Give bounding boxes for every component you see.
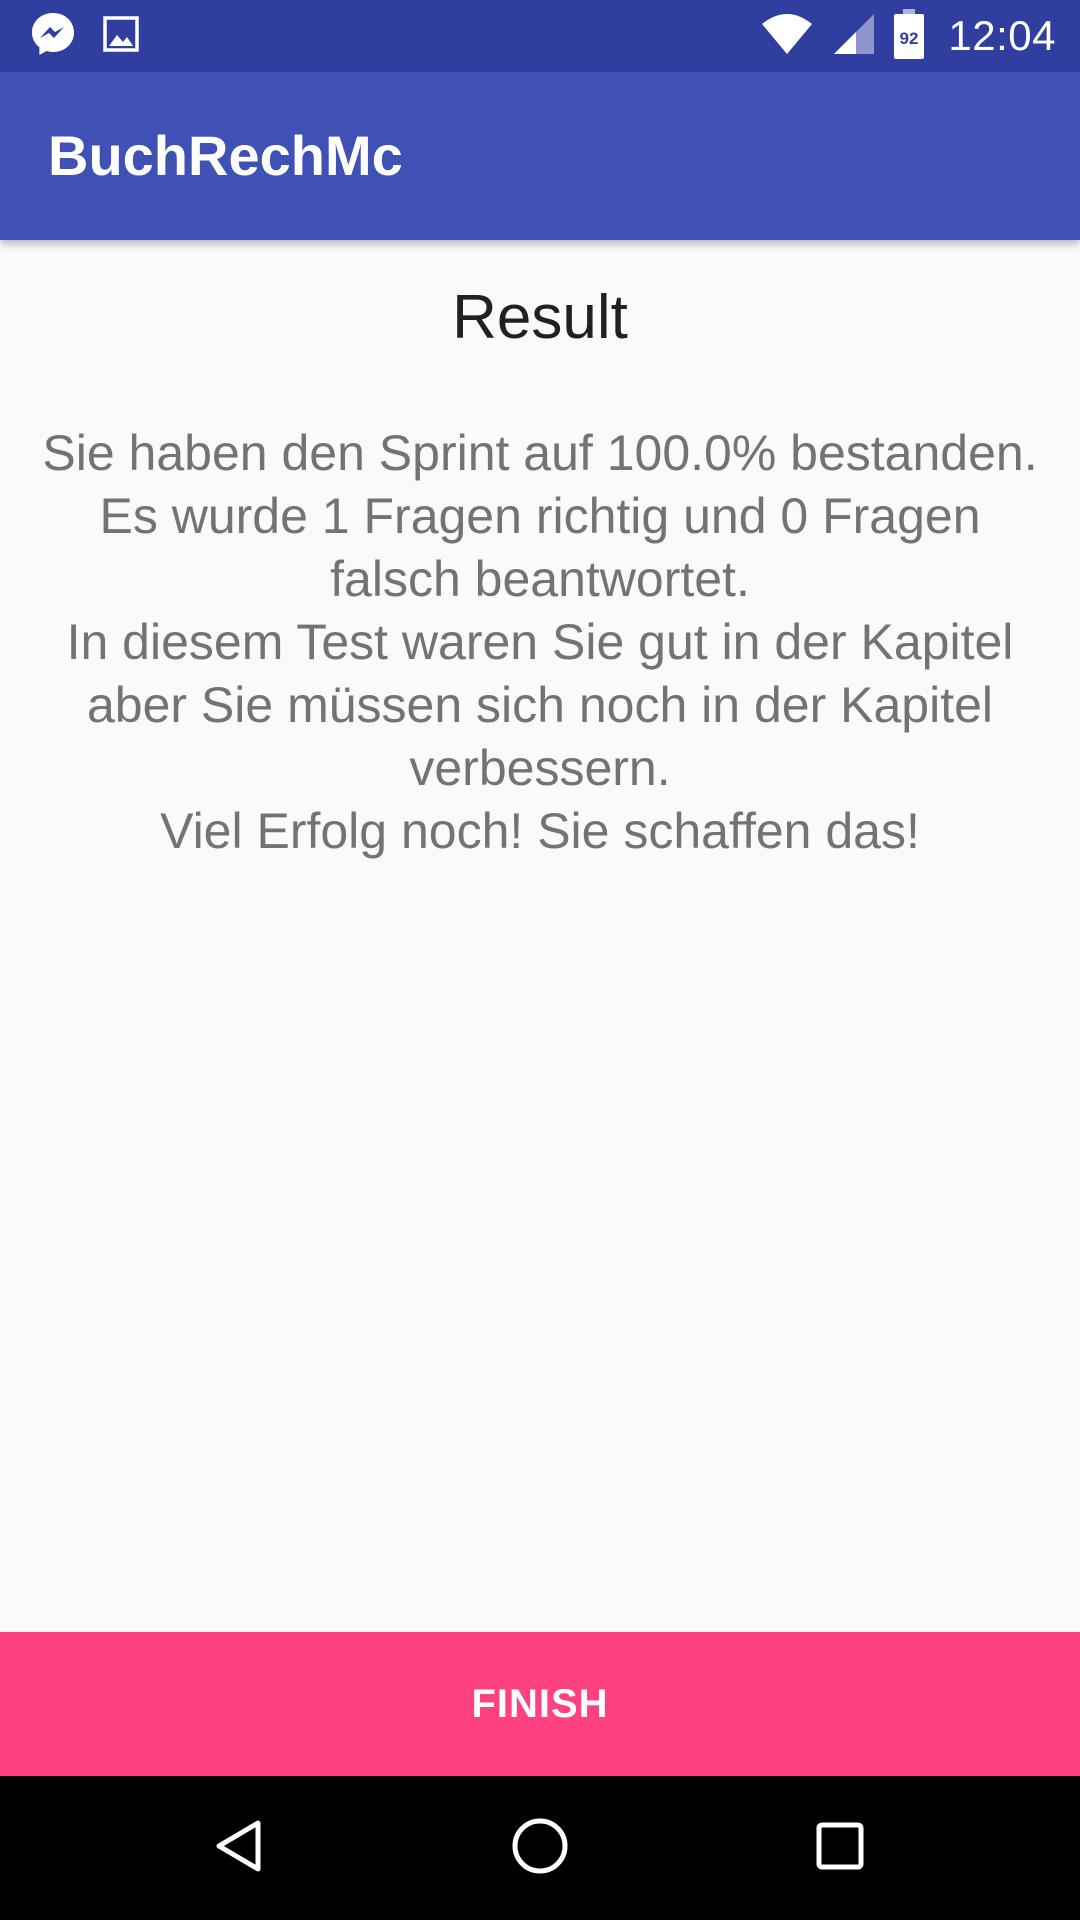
image-icon: [102, 15, 140, 58]
result-title: Result: [452, 283, 628, 352]
app-bar: BuchRechMc: [0, 72, 1080, 240]
app-title: BuchRechMc: [48, 124, 403, 187]
navigation-bar: [0, 1776, 1080, 1920]
back-button[interactable]: [204, 1812, 276, 1884]
battery-icon: 92: [894, 8, 925, 64]
status-bar: 92 12:04: [0, 0, 1080, 72]
wifi-icon: [760, 12, 814, 61]
notification-icons: [30, 12, 140, 58]
cell-signal-icon: [832, 12, 876, 61]
back-icon: [210, 1816, 270, 1881]
result-content: Result Sie haben den Sprint auf 100.0% b…: [0, 240, 1080, 1632]
system-icons: 92 12:04: [760, 8, 1056, 64]
battery-level: 92: [900, 29, 919, 48]
recents-button[interactable]: [804, 1812, 876, 1884]
status-time: 12:04: [948, 12, 1056, 59]
recents-icon: [810, 1816, 870, 1881]
result-message: Sie haben den Sprint auf 100.0% bestande…: [42, 425, 1038, 859]
messenger-icon: [30, 11, 76, 62]
home-icon: [510, 1816, 570, 1881]
home-button[interactable]: [504, 1812, 576, 1884]
finish-button[interactable]: FINISH: [0, 1632, 1080, 1776]
